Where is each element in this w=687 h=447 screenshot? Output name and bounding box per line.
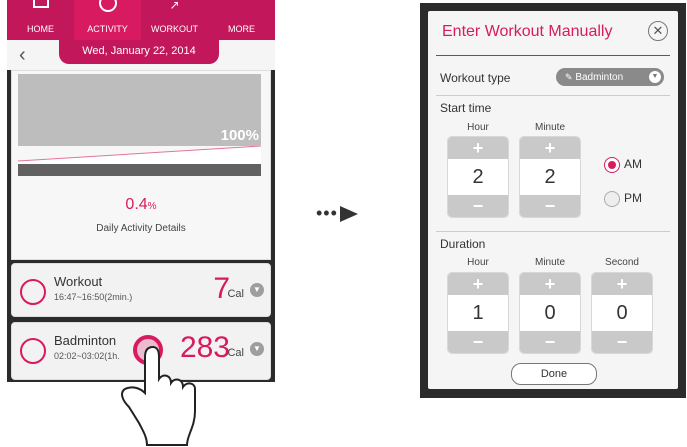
back-chevron-icon[interactable]: ‹	[19, 44, 26, 67]
chevron-down-icon[interactable]: ▼	[250, 283, 264, 297]
tab-workout-label: WORKOUT	[151, 24, 198, 34]
minus-icon[interactable]: −	[448, 195, 508, 217]
tab-home[interactable]: HOME	[7, 0, 74, 40]
clock-icon	[20, 279, 46, 305]
workout-type-label: Workout type	[440, 71, 511, 85]
tab-activity[interactable]: ACTIVITY	[74, 0, 141, 40]
duration-minute-label: Minute	[534, 257, 565, 268]
duration-label: Duration	[440, 237, 486, 251]
start-minute-value: 2	[544, 166, 556, 188]
start-hour-value: 2	[472, 166, 484, 188]
duration-second-value: 0	[616, 302, 628, 324]
duration-second-stepper[interactable]: + 0 −	[592, 273, 652, 353]
tab-more[interactable]: MORE	[208, 0, 275, 40]
hand-pointer-icon	[121, 345, 196, 446]
start-time-label: Start time	[440, 101, 492, 115]
am-radio[interactable]	[604, 157, 620, 173]
transition-dots: •••	[316, 203, 338, 223]
date-label: Wed, January 22, 2014	[59, 40, 219, 64]
manual-entry-dialog: Enter Workout Manually ✕ Workout type ✎ …	[428, 11, 678, 389]
tab-more-label: MORE	[228, 24, 255, 34]
daily-percent: 0.4%	[12, 196, 270, 214]
close-icon[interactable]: ✕	[648, 21, 668, 41]
activity-summary-card[interactable]: 100% 0.4% Daily Activity Details	[11, 70, 271, 260]
tab-activity-label: ACTIVITY	[87, 24, 128, 34]
workout-row-title: Workout	[54, 274, 103, 289]
workout-type-select[interactable]: ✎ Badminton ▼	[556, 68, 664, 86]
chevron-down-icon: ▼	[649, 71, 661, 83]
plus-icon[interactable]: +	[592, 273, 652, 295]
section-divider	[436, 95, 670, 96]
top-nav: HOME ACTIVITY ↗ WORKOUT MORE	[7, 0, 275, 40]
badminton-row-unit: Cal	[227, 347, 244, 359]
am-label: AM	[624, 157, 642, 171]
start-hour-label: Hour	[467, 122, 489, 133]
plus-icon[interactable]: +	[448, 137, 508, 159]
dialog-title: Enter Workout Manually	[442, 23, 613, 40]
title-divider	[436, 55, 670, 56]
chevron-down-icon[interactable]: ▼	[250, 342, 264, 356]
workout-row-unit: Cal	[227, 288, 244, 300]
workout-row-time: 16:47~16:50(2min.)	[54, 292, 133, 302]
minus-icon[interactable]: −	[592, 331, 652, 353]
minus-icon[interactable]: −	[520, 195, 580, 217]
duration-hour-label: Hour	[467, 257, 489, 268]
progress-line	[18, 146, 261, 164]
plus-icon[interactable]: +	[448, 273, 508, 295]
badminton-icon: ✎	[565, 72, 573, 82]
duration-minute-stepper[interactable]: + 0 −	[520, 273, 580, 353]
workout-arrow-icon: ↗	[169, 0, 180, 12]
badminton-icon	[20, 338, 46, 364]
start-minute-label: Minute	[534, 122, 565, 133]
minus-icon[interactable]: −	[448, 331, 508, 353]
duration-hour-value: 1	[472, 302, 484, 324]
daily-activity-details-label: Daily Activity Details	[96, 223, 186, 234]
workout-row[interactable]: Workout 16:47~16:50(2min.) 7 Cal ▼	[11, 263, 271, 317]
daily-percent-value: 0.4	[125, 196, 148, 213]
plus-icon[interactable]: +	[520, 137, 580, 159]
section-divider	[436, 231, 670, 232]
pm-label: PM	[624, 191, 642, 205]
progress-base-bar	[18, 164, 261, 176]
daily-percent-unit: %	[147, 201, 157, 212]
done-button[interactable]: Done	[511, 363, 597, 385]
start-minute-stepper[interactable]: + 2 −	[520, 137, 580, 217]
pm-radio[interactable]	[604, 191, 620, 207]
tab-workout[interactable]: ↗ WORKOUT	[141, 0, 208, 40]
duration-hour-stepper[interactable]: + 1 −	[448, 273, 508, 353]
tab-home-label: HOME	[27, 24, 54, 34]
progress-chart: 100%	[18, 74, 261, 146]
minus-icon[interactable]: −	[520, 331, 580, 353]
duration-second-label: Second	[605, 257, 639, 268]
progress-max-label: 100%	[220, 127, 259, 144]
manual-entry-screen: Enter Workout Manually ✕ Workout type ✎ …	[420, 3, 686, 398]
activity-screen: HOME ACTIVITY ↗ WORKOUT MORE ‹ Wed, Janu…	[7, 0, 275, 382]
start-hour-stepper[interactable]: + 2 −	[448, 137, 508, 217]
activity-icon	[98, 0, 117, 12]
plus-icon[interactable]: +	[520, 273, 580, 295]
arrow-right-icon	[340, 206, 358, 222]
workout-type-value: Badminton	[575, 72, 624, 83]
duration-minute-value: 0	[544, 302, 556, 324]
date-header: ‹ Wed, January 22, 2014	[7, 40, 275, 70]
home-icon	[32, 0, 49, 8]
